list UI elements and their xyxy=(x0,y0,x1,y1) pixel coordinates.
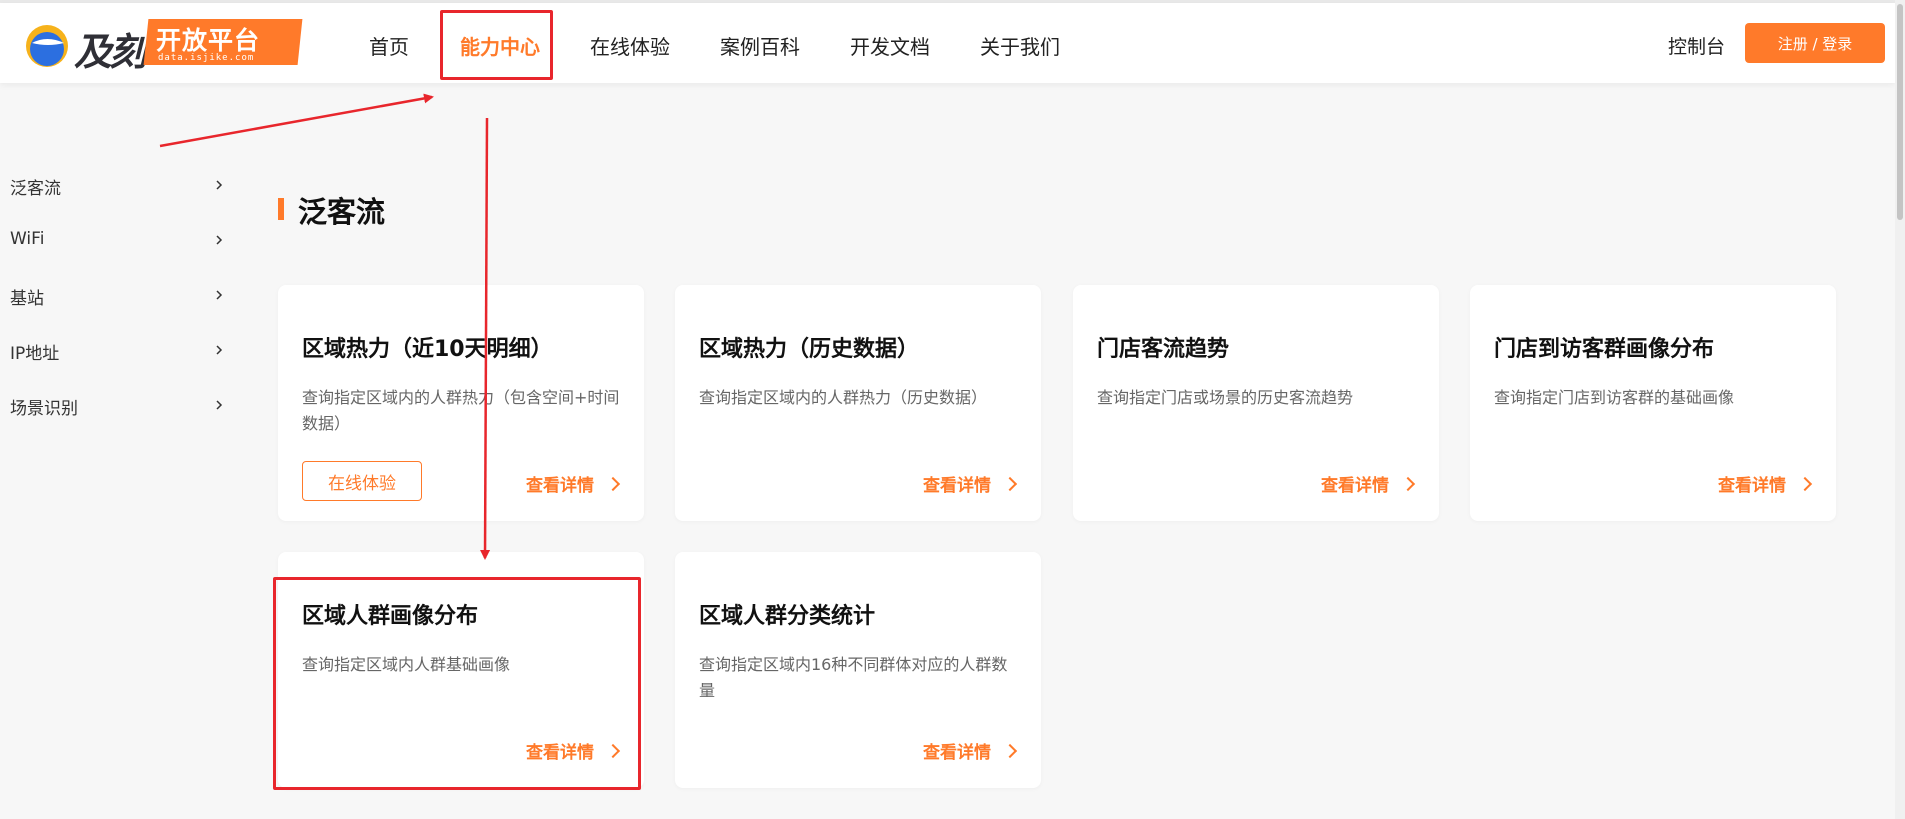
chevron-right-icon xyxy=(216,400,223,410)
sidebar-item-label: 场景识别 xyxy=(10,399,78,419)
chevron-right-icon xyxy=(1002,476,1018,492)
chevron-right-icon xyxy=(1400,476,1416,492)
card-description: 查询指定区域内的人群热力（包含空间+时间数据） xyxy=(302,388,620,433)
card-description: 查询指定区域内16种不同群体对应的人群数量 xyxy=(699,655,1008,700)
card-title: 门店客流趋势 xyxy=(1097,337,1230,362)
sidebar-item-scene-recognition[interactable]: 场景识别 xyxy=(10,394,230,424)
sidebar-item-label: 泛客流 xyxy=(10,179,61,199)
sidebar-item-ip-address[interactable]: IP地址 xyxy=(10,339,230,369)
card-description: 查询指定区域内的人群热力（历史数据） xyxy=(699,388,988,407)
view-details-link[interactable]: 查看详情 xyxy=(526,471,621,496)
logo-brand-text: 及刻 xyxy=(74,30,147,74)
sidebar-item-pan-traffic[interactable]: 泛客流 xyxy=(10,174,230,204)
chevron-right-icon xyxy=(605,476,621,492)
chevron-right-icon xyxy=(1002,743,1018,759)
product-card[interactable]: 门店到访客群画像分布 查询指定门店到访客群的基础画像 查看详情 xyxy=(1470,285,1836,521)
view-details-link[interactable]: 查看详情 xyxy=(1321,471,1416,496)
sidebar-item-label: IP地址 xyxy=(10,344,60,364)
view-details-label: 查看详情 xyxy=(526,476,594,496)
sidebar-item-wifi[interactable]: WiFi xyxy=(10,229,230,259)
section-accent-bar xyxy=(278,198,284,220)
product-card[interactable]: 区域热力（历史数据） 查询指定区域内的人群热力（历史数据） 查看详情 xyxy=(675,285,1041,521)
product-card[interactable]: 门店客流趋势 查询指定门店或场景的历史客流趋势 查看详情 xyxy=(1073,285,1439,521)
view-details-label: 查看详情 xyxy=(923,743,991,763)
view-details-label: 查看详情 xyxy=(1718,476,1786,496)
view-details-label: 查看详情 xyxy=(1321,476,1389,496)
register-login-button[interactable]: 注册 / 登录 xyxy=(1745,23,1885,63)
card-title: 区域人群分类统计 xyxy=(699,604,876,629)
online-experience-button[interactable]: 在线体验 xyxy=(302,461,422,501)
scrollbar-thumb[interactable] xyxy=(1897,4,1903,220)
logo-bird-icon xyxy=(26,25,68,67)
logo-tag-title: 开放平台 xyxy=(156,26,261,55)
chevron-right-icon xyxy=(216,290,223,300)
annotation-box-nav xyxy=(440,10,553,80)
logo-tag-domain: data.isjike.com xyxy=(158,53,255,63)
chevron-right-icon xyxy=(216,235,223,245)
card-description: 查询指定门店或场景的历史客流趋势 xyxy=(1097,388,1354,407)
chevron-right-icon xyxy=(216,180,223,190)
view-details-link[interactable]: 查看详情 xyxy=(1718,471,1813,496)
sidebar-item-base-station[interactable]: 基站 xyxy=(10,284,230,314)
annotation-arrow-to-nav xyxy=(159,93,434,148)
card-description: 查询指定门店到访客群的基础画像 xyxy=(1494,388,1735,407)
annotation-box-card xyxy=(273,577,641,790)
card-title: 区域热力（历史数据） xyxy=(699,337,920,362)
site-logo[interactable]: 及刻 开放平台 data.isjike.com xyxy=(24,17,303,74)
site-header: 及刻 开放平台 data.isjike.com 首页 能力中心 在线体验 案例百… xyxy=(0,3,1895,83)
section-title: 泛客流 xyxy=(298,195,386,229)
product-card[interactable]: 区域人群分类统计 查询指定区域内16种不同群体对应的人群数量 查看详情 xyxy=(675,552,1041,788)
view-details-label: 查看详情 xyxy=(923,476,991,496)
nav-online-experience[interactable]: 在线体验 xyxy=(590,31,670,60)
console-link[interactable]: 控制台 xyxy=(1668,32,1725,59)
view-details-link[interactable]: 查看详情 xyxy=(923,738,1018,763)
card-title: 区域热力（近10天明细） xyxy=(302,337,553,362)
nav-home[interactable]: 首页 xyxy=(369,31,409,60)
view-details-link[interactable]: 查看详情 xyxy=(923,471,1018,496)
product-card[interactable]: 区域热力（近10天明细） 查询指定区域内的人群热力（包含空间+时间数据） 在线体… xyxy=(278,285,644,521)
chevron-right-icon xyxy=(1797,476,1813,492)
card-title: 门店到访客群画像分布 xyxy=(1494,337,1715,362)
nav-about-us[interactable]: 关于我们 xyxy=(980,31,1060,60)
sidebar-item-label: 基站 xyxy=(10,289,44,309)
sidebar-item-label: WiFi xyxy=(10,229,45,249)
nav-case-encyclopedia[interactable]: 案例百科 xyxy=(720,31,800,60)
nav-dev-docs[interactable]: 开发文档 xyxy=(850,31,930,60)
chevron-right-icon xyxy=(216,345,223,355)
